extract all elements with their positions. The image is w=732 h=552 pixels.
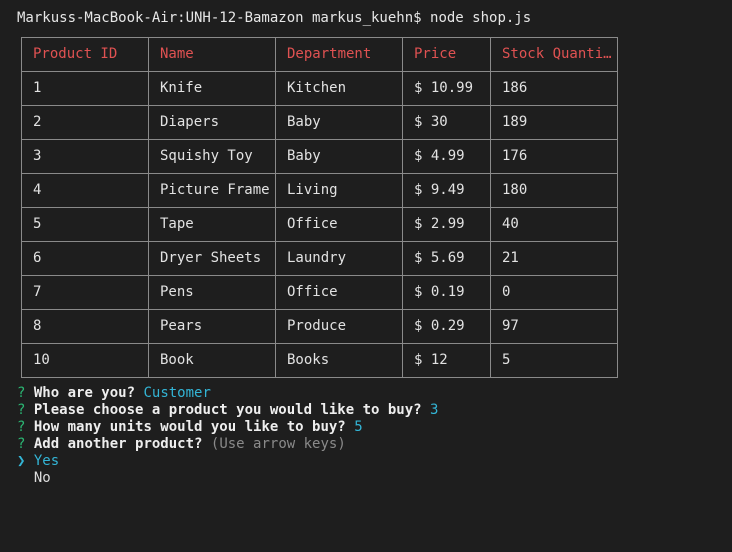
table-cell: Baby bbox=[275, 105, 403, 140]
table-body: 1 Knife Kitchen $ 10.99 186 2 Diapers Baby $ 30 1… bbox=[21, 71, 618, 378]
table-cell: 1 bbox=[21, 71, 149, 106]
table-cell: $ 4.99 bbox=[402, 139, 491, 174]
prompt-line: ? Please choose a product you would like… bbox=[17, 402, 438, 419]
choice-label: Yes bbox=[33, 453, 60, 469]
table-cell: 189 bbox=[490, 105, 618, 140]
table-cell: $ 0.19 bbox=[402, 275, 491, 310]
table-cell: Book bbox=[148, 343, 276, 378]
table-cell: 97 bbox=[490, 309, 618, 344]
prompt-area: ? Who are you? Customer? Please choose a… bbox=[17, 385, 438, 487]
table-cell: 7 bbox=[21, 275, 149, 310]
table-row: 10 Book Books $ 12 5 bbox=[21, 343, 618, 378]
table-row: 6 Dryer Sheets Laundry $ 5.69 21 bbox=[21, 241, 618, 276]
table-cell: 10 bbox=[21, 343, 149, 378]
table-cell: $ 2.99 bbox=[402, 207, 491, 242]
table-row: 7 Pens Office $ 0.19 0 bbox=[21, 275, 618, 310]
question-mark-icon: ? bbox=[17, 402, 26, 418]
column-header: Price bbox=[402, 37, 491, 72]
table-cell: Tape bbox=[148, 207, 276, 242]
question-mark-icon: ? bbox=[17, 419, 26, 435]
command-line: Markuss-MacBook-Air:UNH-12-Bamazon marku… bbox=[17, 10, 531, 27]
shell-command: node shop.js bbox=[430, 10, 532, 26]
column-header: Product ID bbox=[21, 37, 149, 72]
table-cell: Baby bbox=[275, 139, 403, 174]
table-cell: 5 bbox=[21, 207, 149, 242]
table-row: 2 Diapers Baby $ 30 189 bbox=[21, 105, 618, 140]
table-cell: 8 bbox=[21, 309, 149, 344]
table-cell: 40 bbox=[490, 207, 618, 242]
question-mark-icon: ? bbox=[17, 436, 26, 452]
table-cell: Picture Frame bbox=[148, 173, 276, 208]
table-cell: Kitchen bbox=[275, 71, 403, 106]
shell-prompt: Markuss-MacBook-Air:UNH-12-Bamazon marku… bbox=[17, 10, 422, 26]
table-cell: Pears bbox=[148, 309, 276, 344]
table-cell: $ 5.69 bbox=[402, 241, 491, 276]
table-cell: 186 bbox=[490, 71, 618, 106]
table-cell: Laundry bbox=[275, 241, 403, 276]
prompt-answer: Customer bbox=[143, 385, 211, 401]
prompt-hint: (Use arrow keys) bbox=[210, 436, 346, 452]
choice-label: No bbox=[33, 470, 51, 486]
table-cell: Pens bbox=[148, 275, 276, 310]
table-cell: Books bbox=[275, 343, 403, 378]
prompt-question: Please choose a product you would like t… bbox=[33, 402, 422, 418]
prompt-answer: 5 bbox=[354, 419, 363, 435]
table-cell: $ 10.99 bbox=[402, 71, 491, 106]
prompt-line: ? Add another product? (Use arrow keys) bbox=[17, 436, 438, 453]
table-header-row: Product ID Name Department Price Stock Quant… bbox=[21, 37, 618, 72]
table-cell: Produce bbox=[275, 309, 403, 344]
prompt-answer: 3 bbox=[430, 402, 439, 418]
choice-option-no[interactable]: No bbox=[17, 470, 438, 487]
table-cell: Squishy Toy bbox=[148, 139, 276, 174]
table-cell: 0 bbox=[490, 275, 618, 310]
table-row: 1 Knife Kitchen $ 10.99 186 bbox=[21, 71, 618, 106]
prompt-question: How many units would you like to buy? bbox=[33, 419, 346, 435]
table-row: 5 Tape Office $ 2.99 40 bbox=[21, 207, 618, 242]
table-row: 8 Pears Produce $ 0.29 97 bbox=[21, 309, 618, 344]
table-cell: $ 30 bbox=[402, 105, 491, 140]
table-cell: 5 bbox=[490, 343, 618, 378]
table-cell: Knife bbox=[148, 71, 276, 106]
selection-pointer-icon: ❯ bbox=[17, 453, 26, 469]
table-cell: 2 bbox=[21, 105, 149, 140]
table-row: 3 Squishy Toy Baby $ 4.99 176 bbox=[21, 139, 618, 174]
terminal-window[interactable]: Markuss-MacBook-Air:UNH-12-Bamazon marku… bbox=[0, 0, 732, 552]
table-cell: $ 9.49 bbox=[402, 173, 491, 208]
prompt-question: Who are you? bbox=[33, 385, 136, 401]
table-cell: Dryer Sheets bbox=[148, 241, 276, 276]
prompt-line: ? Who are you? Customer bbox=[17, 385, 438, 402]
table-cell: 4 bbox=[21, 173, 149, 208]
products-table: Product ID Name Department Price Stock Quant… bbox=[21, 37, 618, 378]
table-cell: 176 bbox=[490, 139, 618, 174]
table-cell: Office bbox=[275, 207, 403, 242]
table-cell: 6 bbox=[21, 241, 149, 276]
table-cell: 21 bbox=[490, 241, 618, 276]
table-cell: 180 bbox=[490, 173, 618, 208]
table-cell: 3 bbox=[21, 139, 149, 174]
column-header: Department bbox=[275, 37, 403, 72]
choice-option-yes[interactable]: ❯ Yes bbox=[17, 453, 438, 470]
table-cell: Living bbox=[275, 173, 403, 208]
question-mark-icon: ? bbox=[17, 385, 26, 401]
column-header: Name bbox=[148, 37, 276, 72]
table-row: 4 Picture Frame Living $ 9.49 180 bbox=[21, 173, 618, 208]
table-cell: Diapers bbox=[148, 105, 276, 140]
column-header: Stock Quanti… bbox=[490, 37, 618, 72]
table-cell: Office bbox=[275, 275, 403, 310]
prompt-line: ? How many units would you like to buy? … bbox=[17, 419, 438, 436]
table-cell: $ 12 bbox=[402, 343, 491, 378]
table-cell: $ 0.29 bbox=[402, 309, 491, 344]
prompt-question: Add another product? bbox=[33, 436, 203, 452]
